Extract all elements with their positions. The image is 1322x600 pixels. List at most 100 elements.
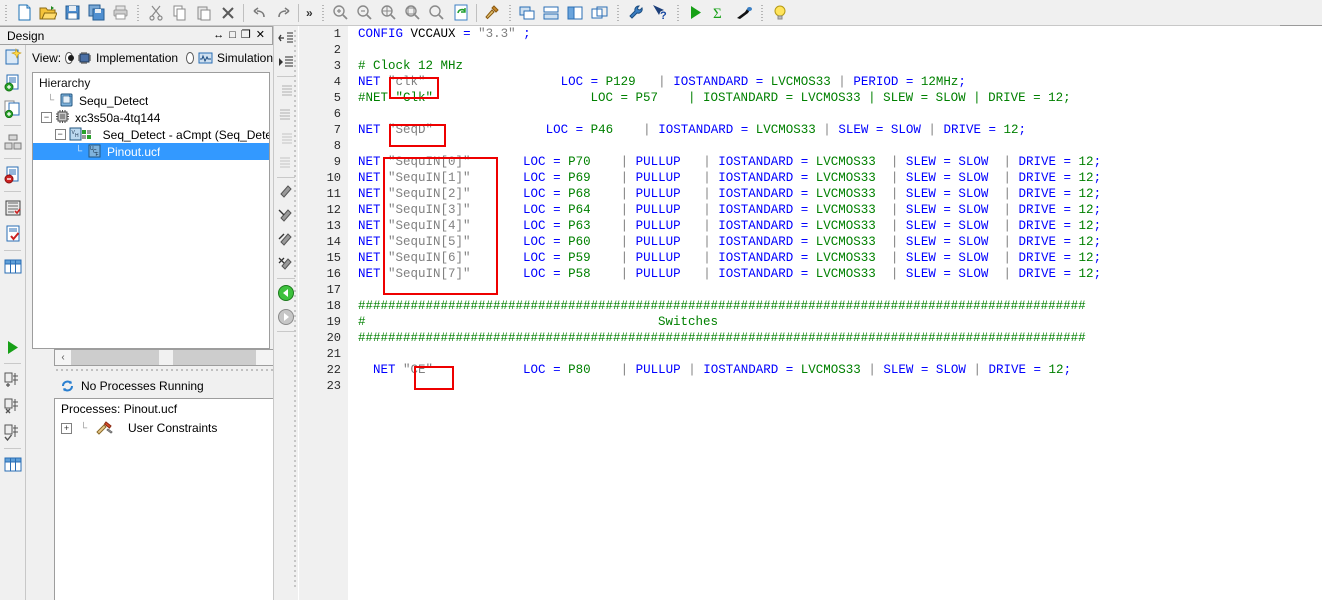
code-editor[interactable]: 1 2 3 4 5 6 7 8 9 10 11 12 13 14 15 16 17 18 19 20 21 22 23 CO… — [299, 26, 1322, 600]
code-line[interactable]: ########################################… — [348, 330, 1322, 346]
new-window-icon[interactable] — [588, 2, 612, 24]
process-item-user-constraints[interactable]: + └ User Constraints — [55, 419, 297, 437]
zoom-in-icon[interactable] — [329, 2, 353, 24]
code-line[interactable]: CONFIG VCCAUX = "3.3" ; — [348, 26, 1322, 42]
implementation-label[interactable]: Implementation — [96, 51, 178, 65]
tree-item-module[interactable]: − VH Seq_Detect - aCmpt (Seq_Dete — [33, 126, 269, 143]
tree-item-ucf-file[interactable]: └ UCF Pinout.ucf — [33, 143, 269, 160]
process-expander-user-constraints[interactable]: + — [61, 422, 72, 434]
redo-icon[interactable] — [271, 2, 295, 24]
code-line[interactable] — [348, 106, 1322, 122]
toolbar-overflow-button[interactable]: » — [302, 6, 317, 20]
toolbar-grip-5[interactable] — [614, 2, 622, 23]
code-line[interactable] — [348, 42, 1322, 58]
code-line[interactable]: # Switches — [348, 314, 1322, 330]
cut-icon[interactable] — [144, 2, 168, 24]
code-area[interactable]: CONFIG VCCAUX = "3.3" ; # Clock 12 MHz NE… — [348, 26, 1322, 600]
hscroll-track[interactable] — [71, 350, 281, 365]
open-file-icon[interactable] — [36, 2, 60, 24]
code-token: | — [1003, 171, 1011, 185]
code-line[interactable]: # Clock 12 MHz — [348, 58, 1322, 74]
zoom-fit-icon[interactable] — [377, 2, 401, 24]
editor-vertical-splitter[interactable] — [293, 30, 298, 590]
save-all-icon[interactable] — [84, 2, 108, 24]
toolbar-grip-2[interactable] — [135, 2, 142, 23]
implementation-radio[interactable] — [65, 52, 75, 64]
toolbar-grip-7[interactable] — [758, 2, 766, 23]
new-source-icon[interactable] — [0, 44, 25, 70]
code-line[interactable] — [348, 378, 1322, 394]
maximize-panel-button[interactable]: □ — [229, 30, 236, 41]
hscroll-left-arrow[interactable]: ‹ — [55, 352, 71, 363]
design-summary-icon[interactable] — [0, 195, 25, 221]
zoom-area-icon[interactable] — [425, 2, 449, 24]
toolbar-grip-6[interactable] — [674, 2, 682, 23]
planahead-icon[interactable] — [732, 2, 756, 24]
rerun-all-icon[interactable] — [0, 419, 25, 445]
simulation-label[interactable]: Simulation — [217, 51, 273, 65]
lightbulb-icon[interactable] — [768, 2, 792, 24]
code-line[interactable]: NET "CE" LOC = P80 | PULLUP | IOSTANDARD… — [348, 362, 1322, 378]
simulation-radio[interactable] — [186, 52, 194, 64]
tree-expander-module[interactable]: − — [54, 129, 66, 140]
highlight-seqd-net — [389, 124, 446, 147]
undo-icon[interactable] — [247, 2, 271, 24]
add-copy-source-icon[interactable] — [0, 96, 25, 122]
code-line[interactable] — [348, 346, 1322, 362]
code-line[interactable]: NET "SeqD" LOC = P46 | IOSTANDARD = LVCM… — [348, 122, 1322, 138]
code-line[interactable] — [348, 138, 1322, 154]
zoom-out-icon[interactable] — [353, 2, 377, 24]
manage-configuration-icon[interactable] — [0, 129, 25, 155]
toolbar-grip-4[interactable] — [506, 2, 514, 23]
delete-icon[interactable] — [216, 2, 240, 24]
sum-sigma-icon[interactable]: Σ — [708, 2, 732, 24]
help-cursor-icon[interactable]: ? — [648, 2, 672, 24]
code-token: DRIVE — [1018, 155, 1056, 169]
code-line[interactable]: ########################################… — [348, 298, 1322, 314]
cascade-windows-icon[interactable] — [516, 2, 540, 24]
build-hammer-icon[interactable] — [480, 2, 504, 24]
code-token: | — [703, 267, 711, 281]
float-panel-button[interactable]: ↔ — [213, 30, 224, 41]
code-token: LVCMOS33 — [755, 123, 816, 137]
run-icon[interactable] — [684, 2, 708, 24]
toolbar-grip-3[interactable] — [319, 2, 327, 23]
hierarchy-hscrollbar[interactable]: ‹ › — [54, 349, 298, 366]
code-line[interactable]: #NET "Clk" LOC = P57 | IOSTANDARD = LVCM… — [348, 90, 1322, 106]
refresh-icon[interactable] — [449, 2, 473, 24]
remove-source-icon[interactable] — [0, 162, 25, 188]
save-icon[interactable] — [60, 2, 84, 24]
view-table-icon[interactable] — [0, 254, 25, 280]
tree-item-device[interactable]: − xc3s50a-4tq144 — [33, 109, 269, 126]
line-number: 8 — [333, 139, 341, 153]
close-panel-button[interactable]: ✕ — [256, 30, 265, 41]
tile-vertical-icon[interactable] — [564, 2, 588, 24]
new-file-icon[interactable] — [12, 2, 36, 24]
tree-expander-device[interactable]: − — [41, 112, 52, 123]
toolbar-grip-1[interactable] — [3, 2, 10, 23]
wrench-icon[interactable] — [624, 2, 648, 24]
copy-icon[interactable] — [168, 2, 192, 24]
run-process-icon[interactable] — [0, 334, 25, 360]
process-table-icon[interactable] — [0, 452, 25, 478]
tree-item-project[interactable]: └ Sequ_Detect — [33, 92, 269, 109]
code-token: = — [943, 235, 951, 249]
add-source-icon[interactable] — [0, 70, 25, 96]
paste-icon[interactable] — [192, 2, 216, 24]
restore-panel-button[interactable]: ❐ — [241, 30, 251, 41]
zoom-selection-icon[interactable] — [401, 2, 425, 24]
code-token: LOC — [523, 171, 546, 185]
rerun-process-icon[interactable] — [0, 367, 25, 393]
check-syntax-icon[interactable] — [0, 221, 25, 247]
code-token: ; — [1093, 219, 1102, 233]
panel-splitter[interactable] — [56, 368, 286, 373]
hscroll-thumb[interactable] — [71, 350, 256, 365]
stop-process-icon[interactable] — [0, 393, 25, 419]
tile-horizontal-icon[interactable] — [540, 2, 564, 24]
code-line[interactable]: NET "clk" LOC = P129 | IOSTANDARD = LVCM… — [348, 74, 1322, 90]
print-icon[interactable] — [108, 2, 132, 24]
